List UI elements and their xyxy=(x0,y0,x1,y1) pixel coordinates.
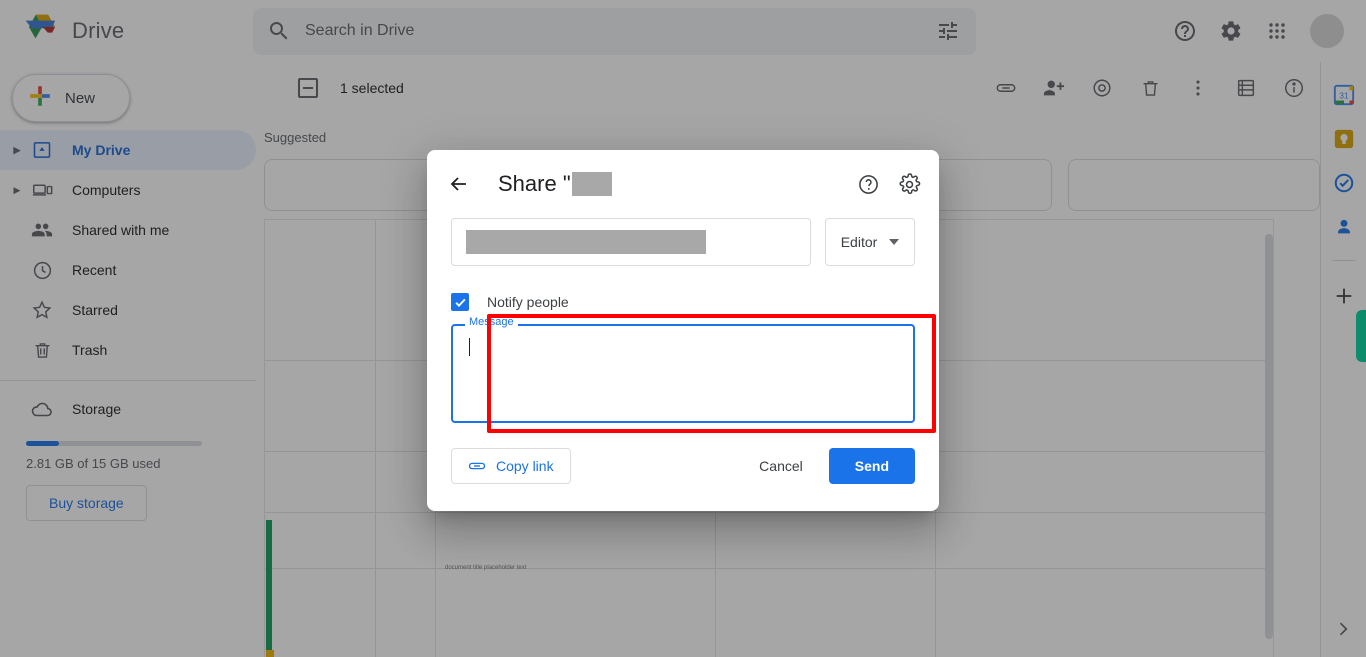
app-root: Drive Search in Drive New ▶ My Drive ▶ C… xyxy=(0,0,1366,657)
role-select-label: Editor xyxy=(840,234,878,250)
share-dialog-header: Share " xyxy=(427,150,939,218)
add-people-input[interactable] xyxy=(451,218,811,266)
copy-link-label: Copy link xyxy=(496,458,554,474)
help-circle-icon[interactable] xyxy=(857,173,880,196)
send-button[interactable]: Send xyxy=(828,448,915,484)
gear-icon[interactable] xyxy=(898,172,921,196)
notify-people-checkbox[interactable] xyxy=(451,293,469,311)
link-icon xyxy=(468,457,486,475)
share-dialog: Share " Editor Notify people Message Cop… xyxy=(427,150,939,511)
notify-people-row: Notify people xyxy=(427,292,939,312)
role-select[interactable]: Editor xyxy=(825,218,915,266)
share-dialog-header-actions xyxy=(857,172,921,196)
cancel-button[interactable]: Cancel xyxy=(745,448,817,484)
message-field-wrapper: Message xyxy=(451,314,936,433)
redacted-recipient-value xyxy=(466,230,706,254)
redacted-file-name xyxy=(571,172,612,196)
notify-people-label: Notify people xyxy=(487,294,569,310)
copy-link-button[interactable]: Copy link xyxy=(451,448,571,484)
chevron-down-icon xyxy=(889,239,900,245)
message-textarea[interactable] xyxy=(451,324,915,423)
share-dialog-title-text: Share " xyxy=(498,171,571,196)
text-caret xyxy=(469,338,470,356)
footer-primary-actions: Cancel Send xyxy=(745,448,915,484)
message-field-legend: Message xyxy=(465,316,518,328)
share-recipients-row: Editor xyxy=(427,218,939,266)
checkmark-icon xyxy=(454,298,466,307)
share-dialog-title: Share " xyxy=(498,171,612,197)
share-dialog-footer: Copy link Cancel Send xyxy=(427,448,939,484)
back-arrow-icon[interactable] xyxy=(447,172,471,196)
